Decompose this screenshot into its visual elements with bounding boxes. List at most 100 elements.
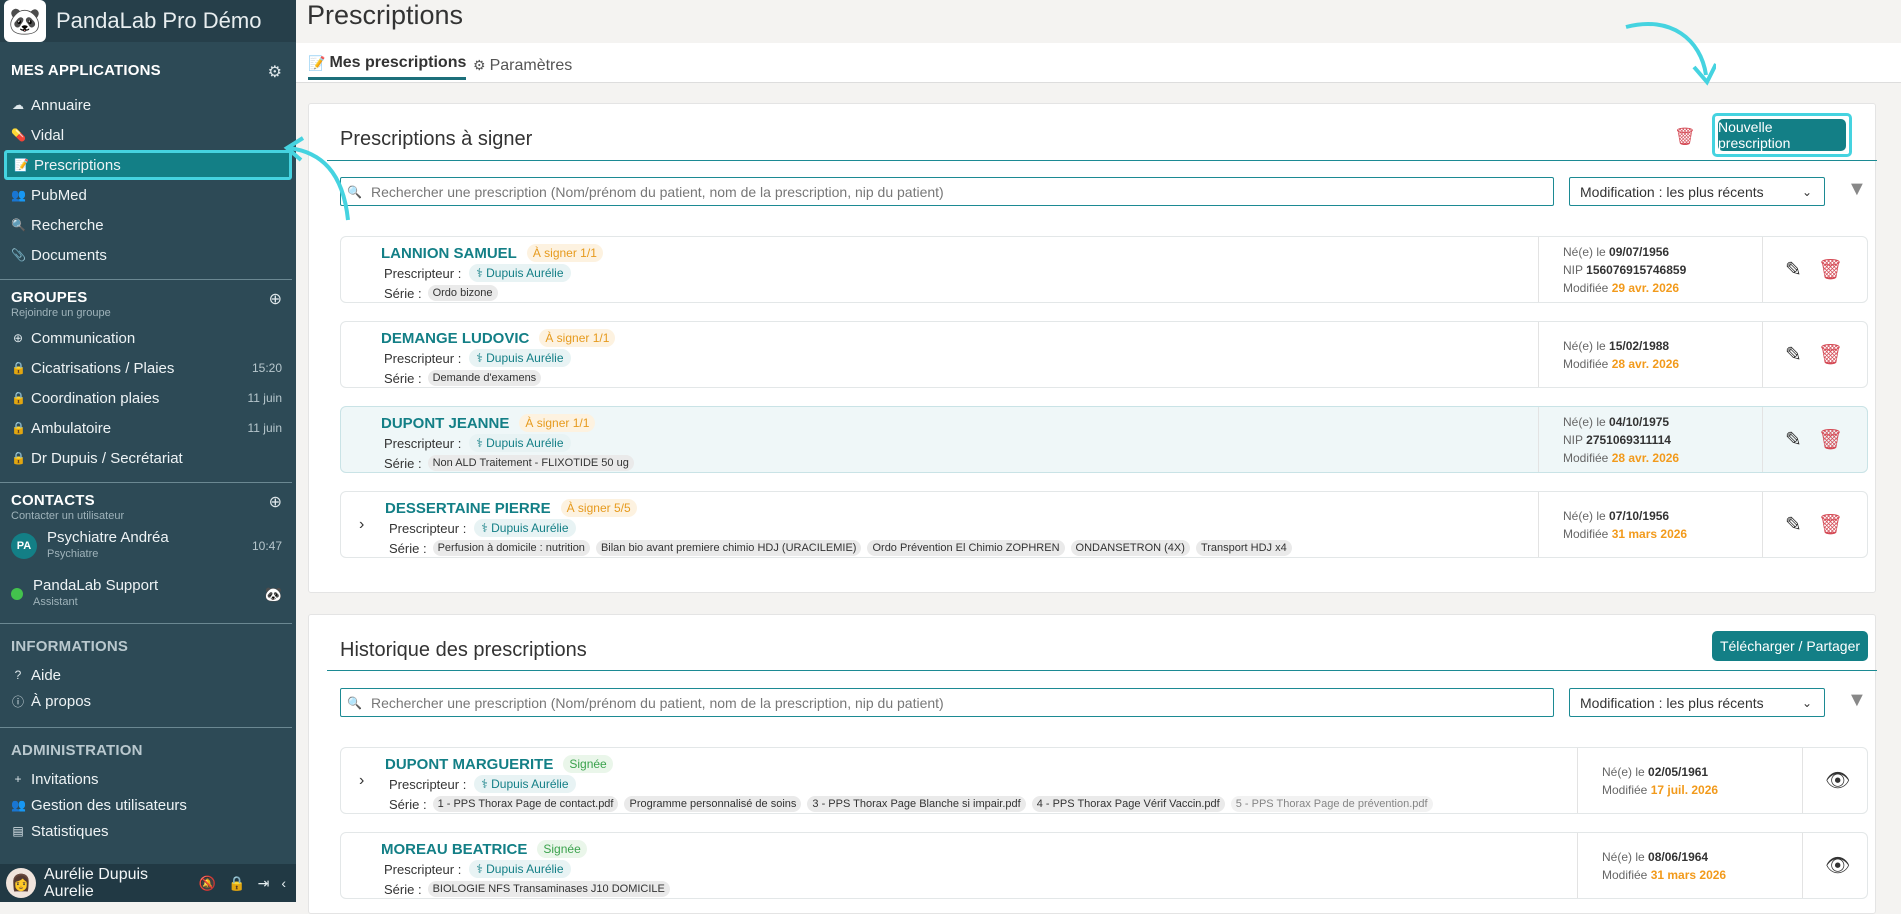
- sidebar-item-label: Communication: [31, 329, 136, 347]
- groups-subtitle[interactable]: Rejoindre un groupe: [0, 307, 296, 319]
- patient-name[interactable]: DESSERTAINE PIERRE: [385, 500, 551, 517]
- edit-pencil-icon[interactable]: ✎: [1785, 342, 1802, 367]
- row-actions: 👁: [1802, 833, 1850, 898]
- users-icon: 👥: [11, 798, 26, 812]
- patient-name[interactable]: DUPONT MARGUERITE: [385, 756, 553, 773]
- collapse-chevron-icon[interactable]: ‹: [281, 875, 286, 892]
- sidebar-item-prescriptions[interactable]: 📝 Prescriptions: [4, 150, 292, 180]
- trash-icon[interactable]: 🗑: [1818, 427, 1843, 452]
- search-input[interactable]: [370, 183, 1551, 200]
- row-actions: 👁: [1802, 748, 1850, 813]
- sidebar-item-coordination[interactable]: 🔒 Coordination plaies 11 juin: [0, 383, 296, 413]
- sidebar-item-pubmed[interactable]: 👥 PubMed: [0, 180, 296, 210]
- contact-item[interactable]: PA Psychiatre Andréa Psychiatre 10:47: [0, 522, 296, 570]
- prescriber-chip: ⚕ Dupuis Aurélie: [469, 264, 571, 282]
- contact-name: Psychiatre Andréa: [47, 529, 169, 546]
- table-row[interactable]: LANNION SAMUEL À signer 1/1 Prescripteur …: [340, 236, 1868, 303]
- search-input[interactable]: [370, 694, 1551, 711]
- filter-icon[interactable]: ▼: [1847, 178, 1867, 201]
- trash-icon[interactable]: 🗑: [1818, 512, 1843, 537]
- contact-item[interactable]: PandaLab Support Assistant 🐼: [0, 570, 296, 618]
- online-status-icon: [11, 588, 23, 600]
- user-avatar[interactable]: 👩: [6, 868, 36, 898]
- add-circle-icon[interactable]: ⊕: [269, 492, 282, 512]
- item-time: 11 juin: [247, 421, 282, 435]
- table-row[interactable]: DEMANGE LUDOVIC À signer 1/1 Prescripteur…: [340, 321, 1868, 388]
- sidebar-item-stats[interactable]: ▤ Statistiques: [0, 818, 296, 844]
- serie-tag: Demande d'examens: [427, 370, 542, 386]
- modified-label: Modifiée: [1563, 526, 1609, 541]
- patient-name[interactable]: DUPONT JEANNE: [381, 415, 509, 432]
- modified-label: Modifiée: [1563, 450, 1609, 465]
- sort-select[interactable]: Modification : les plus récents ⌄: [1569, 177, 1825, 206]
- download-share-button[interactable]: Télécharger / Partager: [1712, 631, 1868, 661]
- edit-pencil-icon[interactable]: ✎: [1785, 512, 1802, 537]
- sidebar-item-annuaire[interactable]: ☁ Annuaire: [0, 90, 296, 120]
- serie-label: Série :: [384, 370, 422, 386]
- sidebar-item-communication[interactable]: ⊕ Communication: [0, 323, 296, 353]
- sidebar-item-apropos[interactable]: ⓘ À propos: [0, 688, 296, 714]
- sidebar-item-cicatrisations[interactable]: 🔒 Cicatrisations / Plaies 15:20: [0, 353, 296, 383]
- eye-icon[interactable]: 👁: [1825, 768, 1850, 793]
- avatar: PA: [11, 533, 37, 559]
- add-circle-icon[interactable]: ⊕: [269, 289, 282, 309]
- gear-icon[interactable]: ⚙: [268, 62, 282, 82]
- table-row[interactable]: DUPONT JEANNE À signer 1/1 Prescripteur :…: [340, 406, 1868, 473]
- patient-name[interactable]: LANNION SAMUEL: [381, 245, 517, 262]
- patient-meta: Né(e) le 08/06/1964 Modifiée 31 mars 202…: [1577, 833, 1802, 898]
- serie-tag: Ordo bizone: [427, 285, 498, 301]
- trash-icon[interactable]: 🗑: [1818, 342, 1843, 367]
- chevron-right-icon[interactable]: ›: [359, 516, 364, 534]
- born-date: 02/05/1961: [1648, 764, 1709, 779]
- filter-icon[interactable]: ▼: [1847, 689, 1867, 712]
- sidebar-item-users[interactable]: 👥 Gestion des utilisateurs: [0, 792, 296, 818]
- sidebar-item-invitations[interactable]: + Invitations: [0, 766, 296, 792]
- serie-tag: Ordo Prévention El Chimio ZOPHREN: [867, 540, 1065, 556]
- patient-name[interactable]: MOREAU BEATRICE: [381, 841, 527, 858]
- contacts-subtitle[interactable]: Contacter un utilisateur: [0, 510, 296, 522]
- sidebar-item-label: Documents: [31, 246, 107, 264]
- edit-pencil-icon[interactable]: ✎: [1785, 427, 1802, 452]
- serie-tag: 1 - PPS Thorax Page de contact.pdf: [432, 796, 619, 812]
- sidebar-item-ambulatoire[interactable]: 🔒 Ambulatoire 11 juin: [0, 413, 296, 443]
- prescriptions-to-sign-card: Prescriptions à signer 🗑 Nouvelle prescr…: [283, 103, 1877, 593]
- sidebar-item-documents[interactable]: 📎 Documents: [0, 240, 296, 270]
- prescriber-label: Prescripteur :: [384, 350, 462, 366]
- edit-pencil-icon[interactable]: ✎: [1785, 257, 1802, 282]
- search-input-box[interactable]: 🔍: [340, 688, 1554, 717]
- serie-tag: Programme personnalisé de soins: [624, 796, 802, 812]
- admin-title: ADMINISTRATION: [11, 742, 143, 759]
- logout-icon[interactable]: ⇥: [258, 875, 270, 892]
- table-row[interactable]: › DUPONT MARGUERITE Signée Prescripteur :…: [340, 747, 1868, 814]
- paperclip-icon: 📎: [11, 248, 26, 262]
- chevron-down-icon: ⌄: [1801, 184, 1812, 199]
- tab-mes-prescriptions[interactable]: 📝 Mes prescriptions: [308, 51, 467, 80]
- row-actions: ✎ 🗑: [1762, 322, 1843, 387]
- status-badge: À signer 1/1: [526, 244, 603, 262]
- prescriber-label: Prescripteur :: [389, 520, 467, 536]
- table-row[interactable]: › DESSERTAINE PIERRE À signer 5/5 Prescri…: [340, 491, 1868, 558]
- patient-name[interactable]: DEMANGE LUDOVIC: [381, 330, 529, 347]
- bell-off-icon[interactable]: 🔕: [199, 875, 216, 892]
- groups-title: GROUPES: [11, 289, 88, 306]
- sidebar-item-secretariat[interactable]: 🔒 Dr Dupuis / Secrétariat: [0, 443, 296, 473]
- search-input-box[interactable]: 🔍: [340, 177, 1554, 206]
- divider: [0, 279, 292, 280]
- sidebar-item-aide[interactable]: ? Aide: [0, 662, 296, 688]
- tab-parametres[interactable]: ⚙ Paramètres: [473, 51, 572, 80]
- new-prescription-button[interactable]: Nouvelle prescription: [1718, 119, 1846, 151]
- apps-section: MES APPLICATIONS ⚙ ☁ Annuaire 💊 Vidal 📝 Pre…: [0, 60, 296, 270]
- sort-select[interactable]: Modification : les plus récents ⌄: [1569, 688, 1825, 717]
- trash-icon[interactable]: 🗑: [1818, 257, 1843, 282]
- lock-icon[interactable]: 🔒: [228, 875, 245, 892]
- table-row[interactable]: MOREAU BEATRICE Signée Prescripteur : ⚕ Du…: [340, 832, 1868, 899]
- sidebar-item-recherche[interactable]: 🔍 Recherche: [0, 210, 296, 240]
- trash-icon[interactable]: 🗑: [1674, 127, 1696, 147]
- eye-icon[interactable]: 👁: [1825, 853, 1850, 878]
- chevron-right-icon[interactable]: ›: [359, 772, 364, 790]
- sidebar-item-vidal[interactable]: 💊 Vidal: [0, 120, 296, 150]
- nip-value: 2751069311114: [1586, 432, 1671, 447]
- born-date: 09/07/1956: [1609, 244, 1670, 259]
- divider: [0, 727, 292, 728]
- prescriber-chip: ⚕ Dupuis Aurélie: [474, 775, 576, 793]
